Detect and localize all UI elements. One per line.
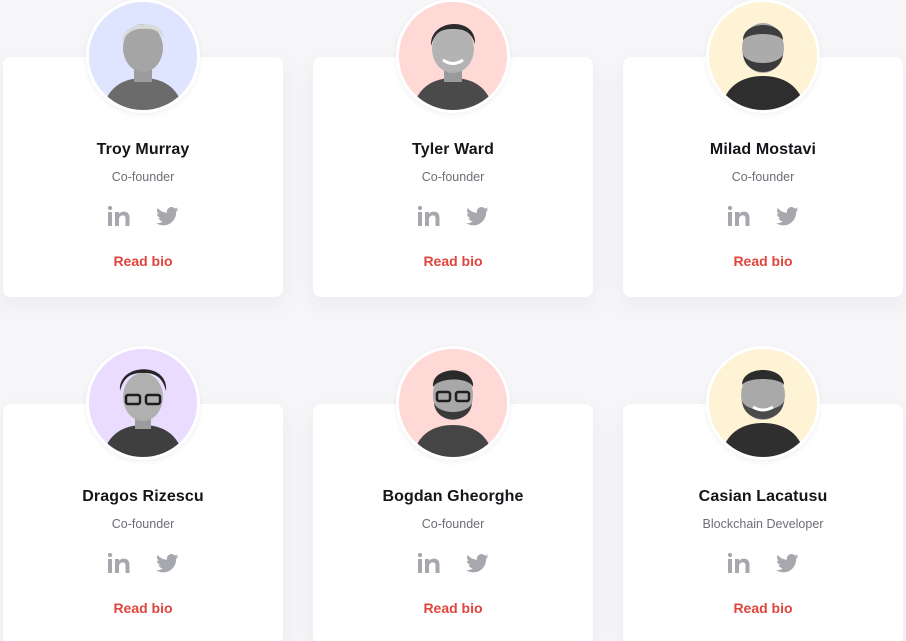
member-role: Blockchain Developer: [702, 517, 824, 531]
read-bio-link[interactable]: Read bio: [313, 253, 593, 269]
team-card: Dragos Rizescu Co-founder Read bio: [3, 346, 283, 641]
read-bio-link[interactable]: Read bio: [623, 253, 903, 269]
team-grid: Troy Murray Co-founder Read bio Tyler Wa…: [0, 0, 906, 641]
linkedin-icon[interactable]: [417, 552, 440, 574]
twitter-icon[interactable]: [156, 552, 179, 574]
member-role: Co-founder: [421, 517, 485, 531]
avatar-photo: [89, 2, 197, 110]
avatar: [399, 2, 507, 110]
avatar-photo: [709, 349, 817, 457]
team-card: Casian Lacatusu Blockchain Developer Rea…: [623, 346, 903, 641]
avatar-photo: [399, 349, 507, 457]
avatar-frame: [706, 346, 820, 460]
team-card: Bogdan Gheorghe Co-founder Read bio: [313, 346, 593, 641]
team-card: Tyler Ward Co-founder Read bio: [313, 0, 593, 297]
twitter-icon[interactable]: [466, 552, 489, 574]
team-card: Troy Murray Co-founder Read bio: [3, 0, 283, 297]
twitter-icon[interactable]: [466, 205, 489, 227]
avatar: [709, 349, 817, 457]
social-links: [623, 552, 903, 574]
avatar: [89, 2, 197, 110]
avatar-photo: [399, 2, 507, 110]
team-card: Milad Mostavi Co-founder Read bio: [623, 0, 903, 297]
member-name: Casian Lacatusu: [698, 488, 828, 505]
member-role: Co-founder: [421, 170, 485, 184]
avatar-frame: [86, 0, 200, 113]
member-name: Bogdan Gheorghe: [382, 488, 524, 505]
linkedin-icon[interactable]: [727, 552, 750, 574]
linkedin-icon[interactable]: [727, 205, 750, 227]
social-links: [623, 205, 903, 227]
twitter-icon[interactable]: [776, 205, 799, 227]
member-role: Co-founder: [111, 170, 175, 184]
read-bio-link[interactable]: Read bio: [3, 253, 283, 269]
avatar: [709, 2, 817, 110]
avatar-photo: [89, 349, 197, 457]
social-links: [3, 552, 283, 574]
read-bio-link[interactable]: Read bio: [3, 600, 283, 616]
twitter-icon[interactable]: [776, 552, 799, 574]
twitter-icon[interactable]: [156, 205, 179, 227]
read-bio-link[interactable]: Read bio: [313, 600, 593, 616]
member-name: Tyler Ward: [412, 141, 494, 158]
member-name: Troy Murray: [96, 141, 190, 158]
linkedin-icon[interactable]: [107, 552, 130, 574]
avatar: [399, 349, 507, 457]
linkedin-icon[interactable]: [107, 205, 130, 227]
linkedin-icon[interactable]: [417, 205, 440, 227]
avatar-frame: [396, 346, 510, 460]
avatar-frame: [706, 0, 820, 113]
avatar-frame: [86, 346, 200, 460]
social-links: [313, 205, 593, 227]
member-name: Dragos Rizescu: [82, 488, 204, 505]
social-links: [313, 552, 593, 574]
member-role: Co-founder: [111, 517, 175, 531]
avatar-frame: [396, 0, 510, 113]
member-name: Milad Mostavi: [709, 141, 817, 158]
read-bio-link[interactable]: Read bio: [623, 600, 903, 616]
member-role: Co-founder: [731, 170, 795, 184]
avatar-photo: [709, 2, 817, 110]
social-links: [3, 205, 283, 227]
avatar: [89, 349, 197, 457]
